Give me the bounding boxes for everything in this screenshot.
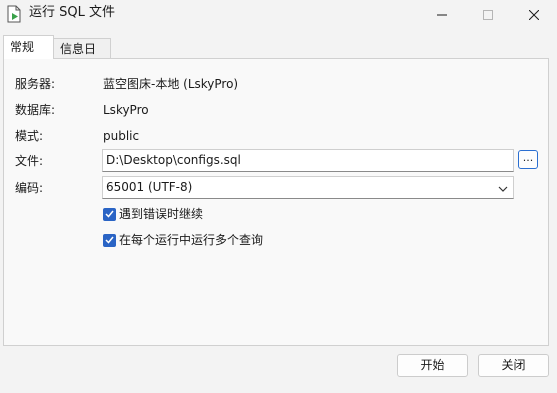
checkbox-checked-icon[interactable] xyxy=(103,233,116,247)
general-panel xyxy=(3,58,549,346)
multiple-queries-label: 在每个运行中运行多个查询 xyxy=(119,233,264,247)
close-icon xyxy=(529,10,539,20)
encoding-select[interactable]: 65001 (UTF-8) xyxy=(102,176,514,199)
schema-label: 模式: xyxy=(15,129,44,143)
run-sql-file-dialog: 运行 SQL 文件 常规 信息日志 服务器: 蓝空图床-本地 (LskyPro)… xyxy=(0,0,557,393)
chevron-down-icon xyxy=(497,181,509,193)
schema-value: public xyxy=(103,129,140,143)
encoding-value: 65001 (UTF-8) xyxy=(106,180,193,194)
continue-on-error-option[interactable]: 遇到错误时继续 xyxy=(103,206,203,222)
maximize-button[interactable] xyxy=(465,0,511,30)
browse-file-button[interactable]: ... xyxy=(518,150,538,169)
window-title: 运行 SQL 文件 xyxy=(29,5,115,20)
maximize-icon xyxy=(483,10,493,20)
continue-on-error-label: 遇到错误时继续 xyxy=(119,207,204,221)
tab-info-log[interactable]: 信息日志 xyxy=(53,38,111,76)
minimize-button[interactable] xyxy=(419,0,465,30)
database-label: 数据库: xyxy=(15,103,56,117)
encoding-label: 编码: xyxy=(15,181,44,195)
database-value: LskyPro xyxy=(103,103,149,117)
multiple-queries-option[interactable]: 在每个运行中运行多个查询 xyxy=(103,232,263,248)
checkbox-checked-icon[interactable] xyxy=(103,207,116,221)
file-path-input[interactable]: D:\Desktop\configs.sql xyxy=(102,149,514,172)
tab-general[interactable]: 常规 xyxy=(3,35,54,59)
start-button[interactable]: 开始 xyxy=(397,354,468,377)
close-button[interactable]: 关闭 xyxy=(478,354,549,377)
file-label: 文件: xyxy=(15,154,44,168)
close-window-button[interactable] xyxy=(511,0,557,30)
server-label: 服务器: xyxy=(15,77,56,91)
minimize-icon xyxy=(437,14,447,16)
server-value: 蓝空图床-本地 (LskyPro) xyxy=(103,77,239,91)
run-sql-file-icon xyxy=(6,5,22,23)
title-bar: 运行 SQL 文件 xyxy=(0,0,557,30)
